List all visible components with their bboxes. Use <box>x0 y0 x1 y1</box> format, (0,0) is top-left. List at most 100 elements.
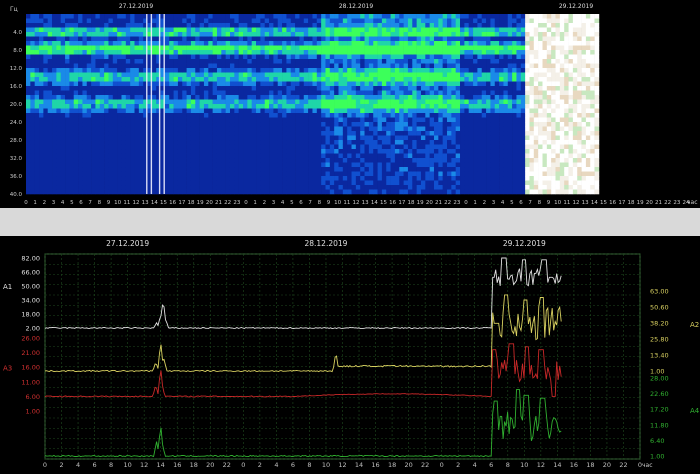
spectrogram-cell <box>377 18 383 24</box>
spectrogram-cell <box>95 23 101 28</box>
spectrogram-cell <box>442 32 448 37</box>
spectrogram-cell <box>555 14 561 19</box>
spectrogram-cell <box>30 14 35 19</box>
spectrogram-cell <box>312 171 318 177</box>
spectrogram-cell <box>316 144 322 150</box>
spectrogram-cell <box>555 23 561 28</box>
spectrogram-cell <box>486 153 491 159</box>
spectrogram-cell <box>164 77 170 82</box>
spectrogram-cell <box>512 63 517 69</box>
spectrogram-cell <box>73 95 79 100</box>
spectrogram-cell <box>321 176 326 181</box>
spectrogram-cell <box>164 32 170 37</box>
spectrogram-cell <box>546 122 552 127</box>
spectrogram-cell <box>30 50 35 55</box>
spectrogram-cell <box>112 185 118 190</box>
spectrogram-cell <box>282 18 287 24</box>
spectrogram-cell <box>60 23 66 28</box>
spectrogram-cell <box>39 72 44 78</box>
spectrogram-cell <box>308 45 313 51</box>
spectrogram-cell <box>542 176 548 181</box>
spectrogram-cell <box>56 54 62 60</box>
spectrogram-cell <box>78 99 83 105</box>
spectrogram-cell <box>56 167 62 172</box>
spectrogram-cell <box>190 126 196 132</box>
spectrogram-cell <box>182 149 187 154</box>
spectrogram-cell <box>329 189 335 195</box>
spectrogram-cell <box>412 158 417 163</box>
spectrogram-cell <box>451 122 456 127</box>
spectrogram-cell <box>52 18 57 24</box>
spectrogram-cell <box>173 144 179 150</box>
spectrogram-cell <box>308 113 313 118</box>
spectrogram-cell <box>60 104 66 109</box>
spectrogram-cell <box>251 189 257 195</box>
spectrogram-cell <box>503 189 509 195</box>
spectrogram-cell <box>399 108 404 114</box>
spectrogram-cell <box>447 77 452 82</box>
spectrogram-cell <box>56 153 62 159</box>
spectrogram-cell <box>559 36 565 42</box>
spectrogram-cell <box>256 95 261 100</box>
spectrogram-cell <box>403 167 409 172</box>
spectrogram-cell <box>520 144 526 150</box>
spectrogram-cell <box>394 167 400 172</box>
spectrogram-cell <box>390 59 396 64</box>
spectrogram-cell <box>277 50 283 55</box>
spectrogram-cell <box>351 36 357 42</box>
spectrogram-cell <box>212 189 218 195</box>
spectrogram-cell <box>238 162 244 168</box>
spectrogram-cell <box>473 81 478 87</box>
spectrogram-cell <box>399 162 404 168</box>
spectrogram-cell <box>104 77 109 82</box>
spectrogram-cell <box>533 54 539 60</box>
spectrogram-cell <box>321 59 326 64</box>
spectrogram-cell <box>256 59 261 64</box>
spectrogram-cell <box>494 117 500 123</box>
spectrogram-cell <box>30 149 35 154</box>
spectrogram-cell <box>112 131 118 136</box>
spectrogram-cell <box>351 149 357 154</box>
spectrogram-cell <box>216 126 222 132</box>
spectrogram-cell <box>425 117 430 123</box>
spectrogram-cell <box>104 158 109 163</box>
spectrogram-cell <box>425 41 430 46</box>
spectrogram-cell <box>403 45 409 51</box>
spectrogram-cell <box>499 86 504 91</box>
spectrogram-cell <box>186 135 192 141</box>
spectrogram-cell <box>377 54 383 60</box>
spectrogram-cell <box>412 189 417 195</box>
spectrogram-cell <box>290 180 296 186</box>
spectrogram-cell <box>39 176 44 181</box>
spectrogram-cell <box>91 117 96 123</box>
spectrogram-cell <box>412 63 417 69</box>
spectrogram-cell <box>373 131 378 136</box>
spectrogram-cell <box>269 104 274 109</box>
spectrogram-cell <box>342 153 348 159</box>
spectrogram-cell <box>208 144 213 150</box>
spectrogram-cell <box>238 153 244 159</box>
spectrogram-cell <box>225 14 231 19</box>
spectrogram-cell <box>286 54 292 60</box>
spectrogram-cell <box>91 122 96 127</box>
spectrogram-cell <box>351 185 357 190</box>
spectrogram-cell <box>329 99 335 105</box>
spectrogram-cell <box>460 23 465 28</box>
spectrogram-cell <box>438 185 443 190</box>
spectrogram-cell <box>308 95 313 100</box>
spectrogram-cell <box>412 122 417 127</box>
spectrogram-cell <box>260 158 266 163</box>
spectrogram-cell <box>390 90 396 96</box>
spectrogram-cell <box>134 81 140 87</box>
spectrogram-cell <box>403 59 409 64</box>
spectrogram-cell <box>151 108 157 114</box>
spectrogram-cell <box>516 126 522 132</box>
spectrogram-cell <box>425 45 430 51</box>
spectrogram-cell <box>355 113 361 118</box>
spectrogram-cell <box>264 72 270 78</box>
spectrogram-cell <box>533 113 539 118</box>
spectrogram-cell <box>130 158 135 163</box>
spectrogram-cell <box>34 108 40 114</box>
spectrogram-cell <box>451 99 456 105</box>
spectrogram-cell <box>486 23 491 28</box>
